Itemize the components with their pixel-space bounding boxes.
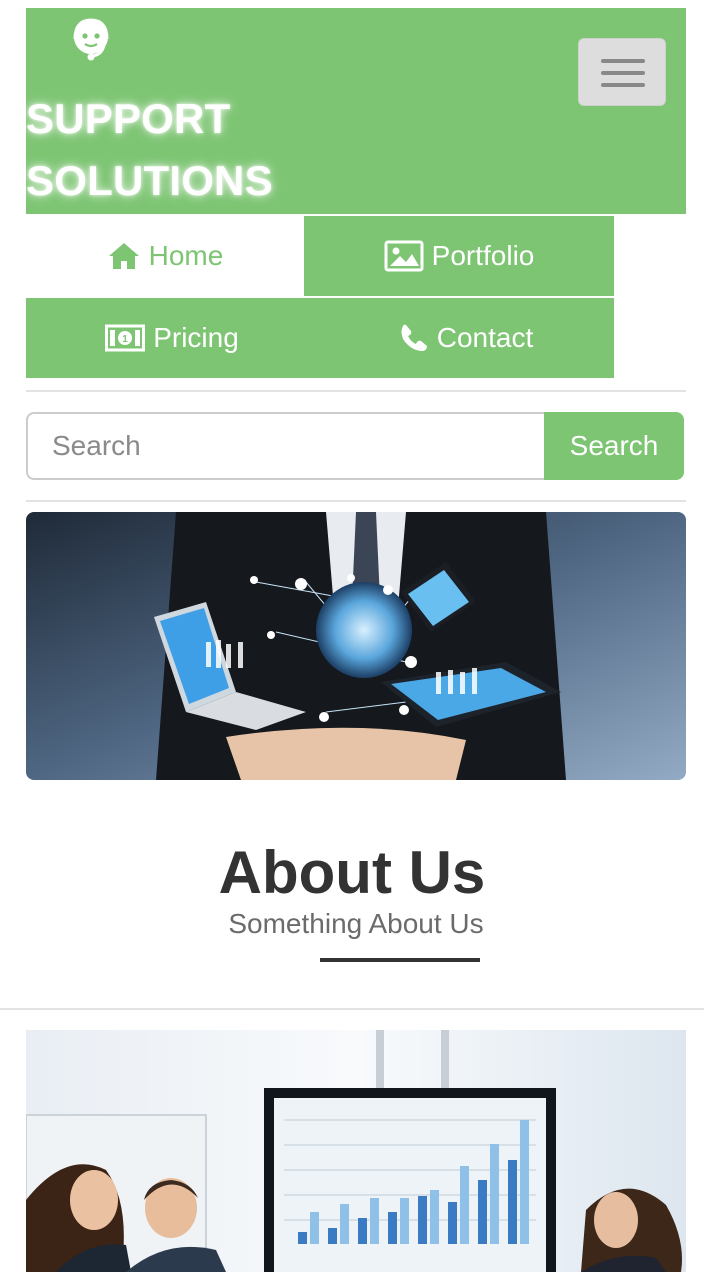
search-input[interactable] xyxy=(26,412,546,480)
hamburger-icon-bar-middle xyxy=(601,71,645,75)
hamburger-icon-bar-top xyxy=(601,59,645,63)
nav-item-home[interactable]: Home xyxy=(26,216,304,296)
money-icon: 1 xyxy=(105,324,146,352)
title-underline xyxy=(320,958,480,962)
menu-toggle-button[interactable] xyxy=(578,38,666,106)
phone-icon xyxy=(401,324,427,351)
nav-item-portfolio[interactable]: Portfolio xyxy=(304,216,614,296)
about-title: About Us xyxy=(218,839,486,906)
nav-item-label: Portfolio xyxy=(431,240,535,271)
hamburger-icon-bar-bottom xyxy=(601,83,645,87)
divider xyxy=(26,500,686,502)
brand-name[interactable]: SUPPORT SOLUTIONS xyxy=(26,88,273,212)
section-divider xyxy=(0,1008,704,1010)
headset-support-icon xyxy=(73,18,109,61)
nav-item-label: Pricing xyxy=(153,322,239,353)
nav-item-label: Home xyxy=(148,240,224,271)
hero-image xyxy=(26,512,686,780)
nav-item-contact[interactable]: Contact xyxy=(318,298,614,378)
image-icon xyxy=(384,240,424,272)
brand-line-2: SOLUTIONS xyxy=(26,157,273,204)
search-button[interactable]: Search xyxy=(544,412,684,480)
nav-item-pricing[interactable]: 1 Pricing xyxy=(26,298,318,378)
site-header: SUPPORT SOLUTIONS xyxy=(26,8,686,214)
divider xyxy=(26,390,686,392)
nav-item-label: Contact xyxy=(436,322,534,353)
brand-line-1: SUPPORT xyxy=(26,95,231,142)
about-subtitle: Something About Us xyxy=(228,908,484,939)
svg-text:1: 1 xyxy=(122,334,128,345)
meeting-photo xyxy=(26,1030,686,1272)
home-icon xyxy=(108,243,139,269)
